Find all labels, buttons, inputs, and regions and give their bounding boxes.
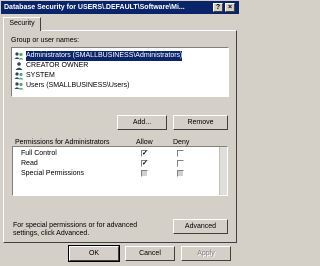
users-icon <box>14 82 24 90</box>
add-button[interactable]: Add... <box>117 115 167 130</box>
permission-label: Read <box>21 160 38 167</box>
deny-checkbox[interactable] <box>177 150 184 157</box>
window-title: Database Security for USERS\.DEFAULT\Sof… <box>4 4 185 11</box>
permission-label: Full Control <box>21 150 57 157</box>
group-label: Group or user names: <box>11 37 80 44</box>
ok-button[interactable]: OK <box>68 245 120 262</box>
allow-column-header: Allow <box>136 139 153 146</box>
permissions-header: Permissions for Administrators <box>15 139 110 146</box>
allow-checkbox <box>141 170 148 177</box>
user-list-item[interactable]: Administrators (SMALLBUSINESS\Administra… <box>12 50 228 62</box>
allow-checkbox[interactable]: ✓ <box>141 160 148 167</box>
advanced-button[interactable]: Advanced <box>173 219 228 234</box>
tab-security[interactable]: Security <box>3 17 41 31</box>
users-icon <box>14 52 24 60</box>
cancel-button[interactable]: Cancel <box>125 246 175 261</box>
window-title-bar[interactable]: Database Security for USERS\.DEFAULT\Sof… <box>1 1 239 14</box>
remove-button[interactable]: Remove <box>173 115 228 130</box>
user-list-item[interactable]: SYSTEM <box>12 71 228 81</box>
user-list-item[interactable]: Users (SMALLBUSINESS\Users) <box>12 81 228 91</box>
help-button[interactable]: ? <box>213 3 223 12</box>
permission-label: Special Permissions <box>21 170 85 177</box>
users-icon <box>14 72 24 80</box>
deny-column-header: Deny <box>173 139 190 146</box>
apply-button: Apply <box>181 246 231 261</box>
close-button[interactable]: × <box>225 3 235 12</box>
user-list[interactable]: Administrators (SMALLBUSINESS\Administra… <box>11 47 229 97</box>
advanced-note: For special permissions or for advanced … <box>13 222 138 237</box>
deny-checkbox <box>177 170 184 177</box>
user-icon <box>14 62 24 70</box>
user-list-item[interactable]: CREATOR OWNER <box>12 61 228 71</box>
deny-checkbox[interactable] <box>177 160 184 167</box>
allow-checkbox[interactable]: ✓ <box>141 150 148 157</box>
permissions-scrollbar[interactable] <box>219 147 227 195</box>
